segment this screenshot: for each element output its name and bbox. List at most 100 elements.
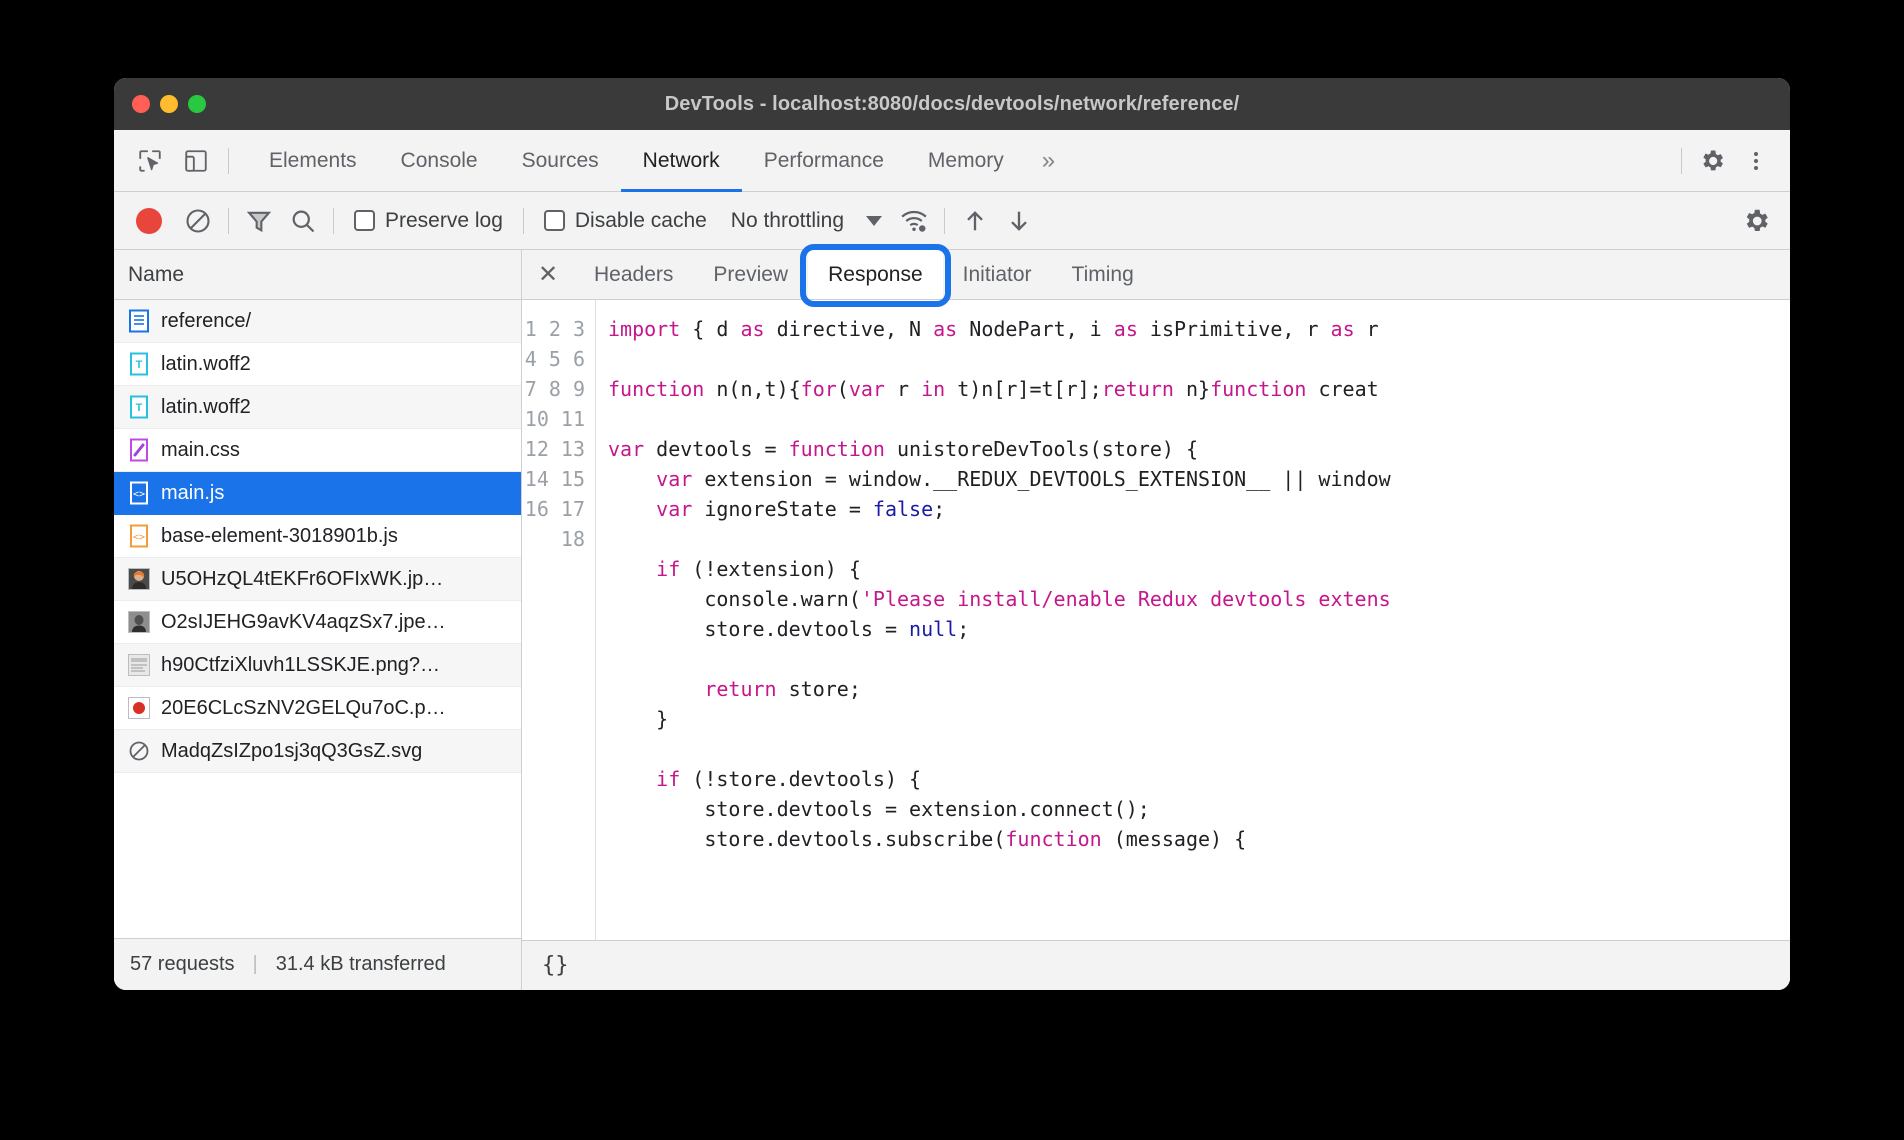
column-header-name[interactable]: Name	[114, 250, 521, 300]
more-tabs-icon[interactable]: »	[1026, 130, 1071, 191]
preserve-log-label: Preserve log	[385, 209, 503, 233]
request-name: main.js	[161, 482, 224, 505]
transferred-size: 31.4 kB transferred	[276, 953, 446, 976]
kebab-menu-icon[interactable]	[1736, 141, 1776, 181]
request-name: reference/	[161, 310, 251, 333]
detail-tabbar: ✕ Headers Preview Response Initiator Tim…	[522, 250, 1790, 300]
list-item[interactable]: h90CtfziXluvh1LSSKJE.png?…	[114, 644, 521, 687]
list-item-selected[interactable]: <> main.js	[114, 472, 521, 515]
preserve-log-box[interactable]	[354, 210, 375, 231]
request-name: O2sIJEHG9avKV4aqzSx7.jpe…	[161, 611, 446, 634]
close-window-button[interactable]	[132, 95, 150, 113]
list-item[interactable]: 20E6CLcSzNV2GELQu7oC.p…	[114, 687, 521, 730]
image-thumbnail	[128, 697, 150, 719]
tab-memory[interactable]: Memory	[906, 130, 1026, 191]
svg-text:<>: <>	[133, 489, 145, 500]
window-titlebar: DevTools - localhost:8080/docs/devtools/…	[114, 78, 1790, 130]
devtools-body: Name reference/ T	[114, 250, 1790, 990]
image-thumbnail	[128, 611, 150, 633]
tab-headers[interactable]: Headers	[574, 250, 693, 299]
request-name: main.css	[161, 439, 240, 462]
panel-tabs: Elements Console Sources Network Perform…	[247, 130, 1071, 191]
status-separator: |	[253, 953, 258, 976]
network-status-bar: 57 requests | 31.4 kB transferred	[114, 938, 521, 990]
request-name: latin.woff2	[161, 353, 251, 376]
device-toolbar-icon[interactable]	[176, 141, 216, 181]
document-icon	[128, 309, 150, 333]
tabbar-left-icons	[114, 130, 247, 191]
list-item[interactable]: reference/	[114, 300, 521, 343]
search-icon[interactable]	[283, 201, 323, 241]
list-item[interactable]: T latin.woff2	[114, 343, 521, 386]
chevron-down-icon	[866, 216, 882, 226]
upload-icon[interactable]	[955, 201, 995, 241]
disable-cache-label: Disable cache	[575, 209, 707, 233]
tab-preview[interactable]: Preview	[693, 250, 808, 299]
toolbar-divider-4	[944, 208, 945, 234]
network-toolbar-right	[1736, 201, 1776, 241]
list-item[interactable]: main.css	[114, 429, 521, 472]
svg-text:<>: <>	[133, 532, 145, 543]
window-title: DevTools - localhost:8080/docs/devtools/…	[114, 93, 1790, 116]
line-number-gutter: 1 2 3 4 5 6 7 8 9 10 11 12 13 14 15 16 1…	[522, 300, 596, 940]
request-name: U5OHzQL4tEKFr6OFIxWK.jp…	[161, 568, 443, 591]
minimize-window-button[interactable]	[160, 95, 178, 113]
svg-icon	[128, 739, 150, 763]
detail-panel: ✕ Headers Preview Response Initiator Tim…	[522, 250, 1790, 990]
tab-timing[interactable]: Timing	[1052, 250, 1154, 299]
maximize-window-button[interactable]	[188, 95, 206, 113]
clear-icon[interactable]	[178, 201, 218, 241]
filter-funnel-icon[interactable]	[239, 201, 279, 241]
svg-text:T: T	[136, 402, 143, 414]
inspect-cursor-icon[interactable]	[130, 141, 170, 181]
list-item[interactable]: U5OHzQL4tEKFr6OFIxWK.jp…	[114, 558, 521, 601]
network-settings-gear-icon[interactable]	[1736, 201, 1776, 241]
tab-elements[interactable]: Elements	[247, 130, 379, 191]
svg-text:T: T	[136, 359, 143, 371]
request-name: MadqZsIZpo1sj3qQ3GsZ.svg	[161, 740, 422, 763]
preserve-log-checkbox[interactable]: Preserve log	[344, 209, 513, 233]
requests-panel: Name reference/ T	[114, 250, 522, 990]
tabbar-right-icons	[1675, 130, 1790, 191]
image-thumbnail	[128, 654, 150, 676]
list-item[interactable]: MadqZsIZpo1sj3qQ3GsZ.svg	[114, 730, 521, 773]
code-content: import { d as directive, N as NodePart, …	[596, 300, 1790, 940]
tab-sources[interactable]: Sources	[500, 130, 621, 191]
network-toolbar: Preserve log Disable cache No throttling	[114, 192, 1790, 250]
wifi-settings-icon[interactable]	[894, 201, 934, 241]
font-icon: T	[128, 352, 150, 376]
list-item[interactable]: <> base-element-3018901b.js	[114, 515, 521, 558]
throttling-value: No throttling	[731, 209, 844, 233]
stylesheet-icon	[128, 438, 150, 462]
traffic-lights	[114, 95, 206, 113]
tabbar-right-divider	[1681, 148, 1682, 174]
throttling-dropdown[interactable]: No throttling	[721, 209, 890, 233]
toolbar-divider-3	[523, 208, 524, 234]
tab-response[interactable]: Response	[808, 250, 943, 299]
list-item[interactable]: O2sIJEHG9avKV4aqzSx7.jpe…	[114, 601, 521, 644]
script-icon-orange: <>	[128, 524, 150, 548]
pretty-print-button[interactable]: {}	[542, 953, 569, 978]
format-bar: {}	[522, 940, 1790, 990]
tab-console[interactable]: Console	[379, 130, 500, 191]
devtools-window: DevTools - localhost:8080/docs/devtools/…	[114, 78, 1790, 990]
toolbar-divider-2	[333, 208, 334, 234]
gear-icon[interactable]	[1692, 141, 1732, 181]
request-name: latin.woff2	[161, 396, 251, 419]
list-item[interactable]: T latin.woff2	[114, 386, 521, 429]
tab-network[interactable]: Network	[621, 130, 742, 191]
close-icon[interactable]: ✕	[522, 250, 574, 299]
font-icon: T	[128, 395, 150, 419]
tab-initiator[interactable]: Initiator	[943, 250, 1052, 299]
disable-cache-checkbox[interactable]: Disable cache	[534, 209, 717, 233]
disable-cache-box[interactable]	[544, 210, 565, 231]
download-icon[interactable]	[999, 201, 1039, 241]
requests-count: 57 requests	[130, 953, 235, 976]
tab-performance[interactable]: Performance	[742, 130, 906, 191]
toolbar-divider-1	[228, 208, 229, 234]
record-button[interactable]	[136, 208, 162, 234]
request-name: h90CtfziXluvh1LSSKJE.png?…	[161, 654, 440, 677]
response-code-view[interactable]: 1 2 3 4 5 6 7 8 9 10 11 12 13 14 15 16 1…	[522, 300, 1790, 940]
request-name: 20E6CLcSzNV2GELQu7oC.p…	[161, 697, 446, 720]
main-tabbar: Elements Console Sources Network Perform…	[114, 130, 1790, 192]
